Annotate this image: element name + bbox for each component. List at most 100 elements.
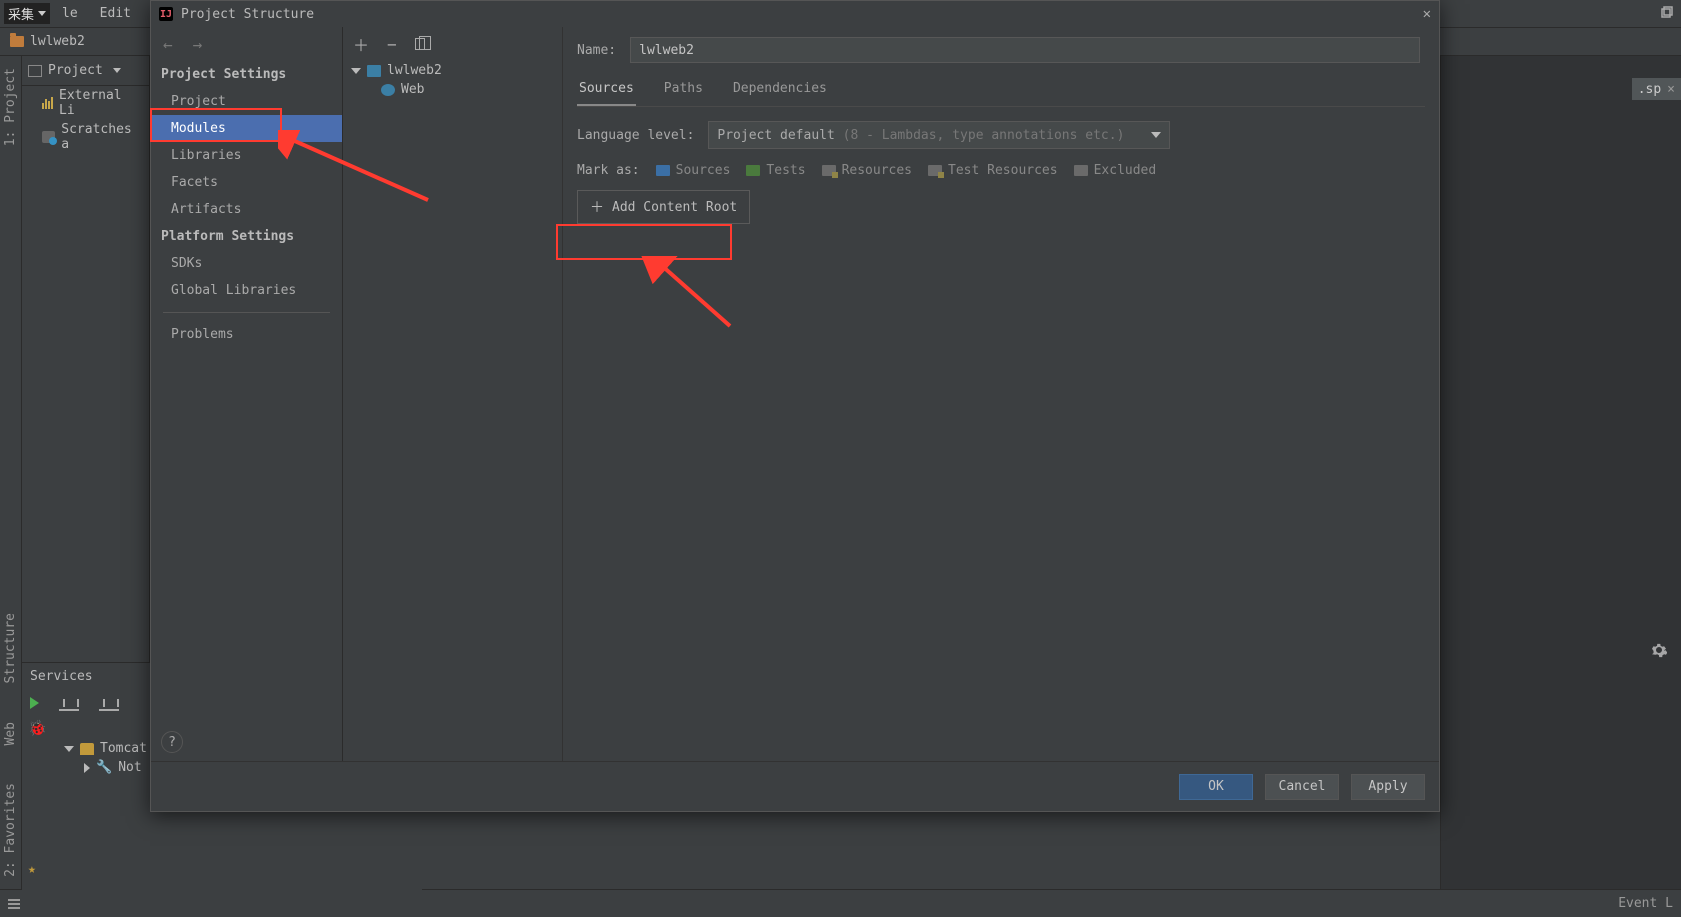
project-view-icon <box>28 65 42 77</box>
dialog-close-icon[interactable]: ✕ <box>1423 6 1431 22</box>
mark-as-label: Mark as: <box>577 163 640 178</box>
category-global-libraries[interactable]: Global Libraries <box>151 277 342 304</box>
left-tool-structure[interactable]: Structure <box>3 609 18 687</box>
category-modules[interactable]: Modules <box>151 115 342 142</box>
run-icon[interactable] <box>30 697 39 709</box>
apply-button[interactable]: Apply <box>1351 774 1425 800</box>
tab-dependencies[interactable]: Dependencies <box>731 77 829 106</box>
ok-button[interactable]: OK <box>1179 774 1253 800</box>
mark-resources[interactable]: Resources <box>822 163 912 178</box>
module-root-node[interactable]: lwlweb2 <box>343 61 562 80</box>
main-window-maximize-icon[interactable] <box>1661 6 1673 22</box>
capture-tag-text: 采集 <box>8 4 34 23</box>
breadcrumb-project[interactable]: lwlweb2 <box>30 34 85 49</box>
mark-tests-label: Tests <box>766 163 805 178</box>
help-button[interactable]: ? <box>161 731 183 753</box>
project-settings-header: Project Settings <box>151 61 342 88</box>
mark-as-row: Mark as: Sources Tests Resources Test Re… <box>577 163 1425 178</box>
mark-tests[interactable]: Tests <box>746 163 805 178</box>
category-artifacts[interactable]: Artifacts <box>151 196 342 223</box>
bug-icon[interactable]: 🐞 <box>28 719 47 737</box>
mark-sources[interactable]: Sources <box>656 163 731 178</box>
editor-tab-close-icon[interactable]: × <box>1667 82 1675 97</box>
module-web-node[interactable]: Web <box>343 80 562 99</box>
menu-edit[interactable]: Edit <box>90 4 141 23</box>
mark-sources-label: Sources <box>676 163 731 178</box>
project-structure-dialog: IJ Project Structure ✕ ← → Project Setti… <box>150 0 1440 812</box>
module-detail-panel: Name: Sources Paths Dependencies Languag… <box>563 27 1439 761</box>
menu-file-partial[interactable]: le <box>52 4 88 23</box>
dialog-titlebar[interactable]: IJ Project Structure ✕ <box>151 1 1439 27</box>
mark-resources-label: Resources <box>842 163 912 178</box>
category-project[interactable]: Project <box>151 88 342 115</box>
category-problems[interactable]: Problems <box>151 321 342 348</box>
gear-icon[interactable] <box>1651 642 1667 662</box>
left-tool-web[interactable]: Web <box>3 718 18 749</box>
services-toolbar-btn-2[interactable] <box>99 695 119 711</box>
mark-excluded[interactable]: Excluded <box>1074 163 1157 178</box>
add-content-root-button[interactable]: ＋ Add Content Root <box>577 190 750 224</box>
name-label: Name: <box>577 43 616 58</box>
lang-select-hint: (8 - Lambdas, type annotations etc.) <box>843 128 1125 143</box>
left-tool-strip: 1: Project Structure Web 2: Favorites <box>0 56 22 889</box>
sources-folder-icon <box>656 165 670 176</box>
intellij-app-icon: IJ <box>159 7 173 21</box>
external-libraries-node[interactable]: External Li <box>22 86 149 120</box>
chevron-down-icon <box>1151 132 1161 138</box>
module-name-input[interactable] <box>630 37 1420 63</box>
tests-folder-icon <box>746 165 760 176</box>
expand-right-icon[interactable] <box>84 763 90 773</box>
services-toolbar-btn-1[interactable] <box>59 695 79 711</box>
external-libraries-label: External Li <box>59 88 143 118</box>
platform-settings-header: Platform Settings <box>151 223 342 250</box>
scratches-icon <box>42 131 55 143</box>
copy-module-icon[interactable] <box>415 38 425 50</box>
star-icon[interactable]: ★ <box>28 862 36 877</box>
scratches-label: Scratches a <box>61 122 143 152</box>
test-resources-folder-icon <box>928 165 942 176</box>
mark-test-resources[interactable]: Test Resources <box>928 163 1058 178</box>
wrench-icon: 🔧 <box>96 760 112 775</box>
add-module-icon[interactable]: ＋ <box>353 32 369 56</box>
project-pane-header[interactable]: Project <box>22 56 149 86</box>
capture-tag-arrow-icon <box>38 11 46 16</box>
folder-icon <box>10 36 24 47</box>
chevron-down-icon[interactable] <box>113 68 121 73</box>
modules-list: ＋ − lwlweb2 Web <box>343 27 563 761</box>
module-root-label: lwlweb2 <box>387 63 442 78</box>
expand-down-icon[interactable] <box>64 746 74 752</box>
plus-icon: ＋ <box>590 197 604 217</box>
expand-down-icon[interactable] <box>351 68 361 74</box>
category-libraries[interactable]: Libraries <box>151 142 342 169</box>
statusbar-list-icon[interactable] <box>8 899 20 909</box>
modules-toolbar: ＋ − <box>343 27 562 61</box>
dialog-title: Project Structure <box>181 7 314 22</box>
left-tool-favorites[interactable]: 2: Favorites <box>3 779 18 881</box>
scratches-node[interactable]: Scratches a <box>22 120 149 154</box>
library-icon <box>42 97 53 109</box>
editor-area: .sp × <box>1440 56 1681 889</box>
services-not-label: Not <box>118 760 141 775</box>
cancel-button[interactable]: Cancel <box>1265 774 1339 800</box>
category-facets[interactable]: Facets <box>151 169 342 196</box>
lang-select-value: Project default <box>717 128 834 143</box>
category-sdks[interactable]: SDKs <box>151 250 342 277</box>
project-pane-title: Project <box>48 63 103 78</box>
remove-module-icon[interactable]: − <box>387 35 397 54</box>
tab-paths[interactable]: Paths <box>662 77 705 106</box>
tab-sources[interactable]: Sources <box>577 77 636 106</box>
editor-tab[interactable]: .sp × <box>1632 78 1681 100</box>
language-level-label: Language level: <box>577 128 694 143</box>
module-web-label: Web <box>401 82 424 97</box>
capture-tag: 采集 <box>4 3 50 24</box>
language-level-select[interactable]: Project default (8 - Lambdas, type annot… <box>708 121 1170 149</box>
add-content-root-label: Add Content Root <box>612 200 737 215</box>
module-tabs: Sources Paths Dependencies <box>577 77 1425 107</box>
nav-back-icon[interactable]: ← <box>163 35 173 54</box>
left-tool-project[interactable]: 1: Project <box>3 64 18 150</box>
event-log-button[interactable]: Event L <box>1618 896 1673 911</box>
nav-forward-icon[interactable]: → <box>193 35 203 54</box>
web-facet-icon <box>381 84 395 96</box>
mark-test-resources-label: Test Resources <box>948 163 1058 178</box>
mark-excluded-label: Excluded <box>1094 163 1157 178</box>
